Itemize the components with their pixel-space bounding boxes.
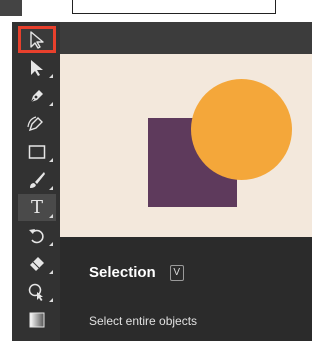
eraser-tool-button[interactable] xyxy=(18,250,56,277)
tool-group-corner xyxy=(49,298,53,302)
tool-group-corner xyxy=(49,186,53,190)
pen-icon xyxy=(30,89,43,102)
rotate-icon xyxy=(29,228,44,243)
tool-group-corner xyxy=(49,74,53,78)
top-left-strip xyxy=(0,0,22,16)
paintbrush-tool-button[interactable] xyxy=(18,166,56,193)
paintbrush-icon xyxy=(30,171,45,188)
shortcut-key-badge: V xyxy=(169,264,184,281)
eraser-icon xyxy=(30,256,44,271)
type-tool-button[interactable]: T xyxy=(18,194,56,221)
tool-group-corner xyxy=(49,214,53,218)
pen-tool-button[interactable] xyxy=(18,82,56,109)
tool-group-corner xyxy=(49,158,53,162)
gradient-tool-button[interactable] xyxy=(18,306,56,333)
rectangle-tool-button[interactable] xyxy=(18,138,56,165)
tooltip-preview-canvas xyxy=(60,54,312,237)
tooltip-info: Selection V Select entire objects xyxy=(60,237,312,341)
tooltip-title-row: Selection V xyxy=(89,264,184,281)
shape-builder-tool-button[interactable] xyxy=(18,278,56,305)
tool-group-corner xyxy=(49,242,53,246)
direct-selection-arrow-icon xyxy=(31,59,43,76)
tooltip-header-bar xyxy=(60,22,312,54)
tool-group-corner xyxy=(49,102,53,106)
curvature-tool-button[interactable] xyxy=(18,110,56,137)
preview-circle xyxy=(191,79,292,180)
rectangle-icon xyxy=(28,144,46,159)
top-bar xyxy=(0,0,312,16)
selection-tool-button[interactable] xyxy=(18,26,56,53)
top-tab-outline xyxy=(72,0,276,14)
type-icon: T xyxy=(30,196,43,218)
tool-group-corner xyxy=(49,270,53,274)
tool-tooltip-panel: Selection V Select entire objects xyxy=(60,22,312,341)
direct-selection-tool-button[interactable] xyxy=(18,54,56,81)
rotate-tool-button[interactable] xyxy=(18,222,56,249)
tooltip-description: Select entire objects xyxy=(89,314,198,328)
selection-arrow-icon xyxy=(30,30,44,49)
gradient-icon xyxy=(29,312,45,327)
tooltip-title: Selection xyxy=(89,264,156,281)
tools-panel: T xyxy=(12,22,60,341)
curvature-pen-icon xyxy=(27,115,43,131)
shape-builder-icon xyxy=(28,283,43,301)
